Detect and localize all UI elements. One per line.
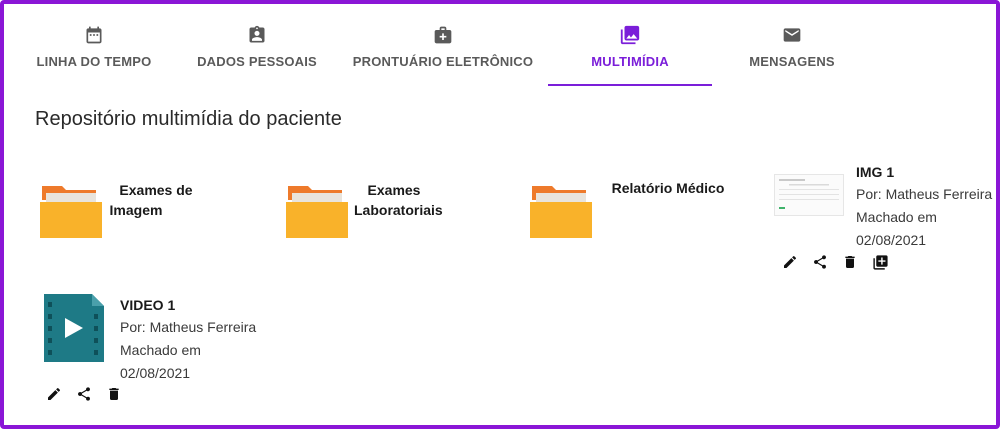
add-to-library-icon[interactable] bbox=[865, 252, 895, 272]
tab-prontuario-eletronico[interactable]: PRONTUÁRIO ELETRÔNICO bbox=[350, 8, 536, 86]
photo-library-icon bbox=[619, 24, 641, 46]
file-author: Por: Matheus Ferreira bbox=[120, 319, 257, 335]
mail-icon bbox=[781, 24, 803, 46]
video-thumbnail[interactable] bbox=[42, 292, 106, 364]
image-file-actions bbox=[775, 252, 895, 272]
file-title: VIDEO 1 bbox=[120, 297, 176, 313]
folder-exames-de-imagem[interactable]: Exames de Imagem bbox=[38, 180, 208, 244]
tab-bar: LINHA DO TEMPO DADOS PESSOAIS PRONTUÁRIO… bbox=[4, 4, 996, 86]
calendar-icon bbox=[83, 24, 105, 46]
folder-label: Laboratoriais bbox=[354, 202, 443, 218]
edit-icon[interactable] bbox=[39, 384, 69, 404]
edit-icon[interactable] bbox=[775, 252, 805, 272]
file-author-cont: Machado em bbox=[120, 342, 201, 358]
file-author: Por: Matheus Ferreira bbox=[856, 186, 993, 202]
folder-icon bbox=[286, 186, 348, 238]
file-date: 02/08/2021 bbox=[120, 365, 191, 381]
folder-label: Relatório Médico bbox=[611, 180, 725, 196]
tab-label: MULTIMÍDIA bbox=[591, 54, 669, 69]
folder-relatorio-medico[interactable]: Relatório Médico bbox=[528, 180, 728, 244]
tab-label: DADOS PESSOAIS bbox=[197, 54, 317, 69]
folder-icon bbox=[530, 186, 592, 238]
tab-label: LINHA DO TEMPO bbox=[36, 54, 152, 69]
tab-label: MENSAGENS bbox=[749, 54, 835, 69]
active-tab-indicator bbox=[548, 84, 712, 86]
tab-dados-pessoais[interactable]: DADOS PESSOAIS bbox=[194, 8, 320, 86]
file-date: 02/08/2021 bbox=[856, 232, 927, 248]
share-icon[interactable] bbox=[805, 252, 835, 272]
folder-icon bbox=[40, 186, 102, 238]
delete-icon[interactable] bbox=[99, 384, 129, 404]
image-thumbnail[interactable] bbox=[774, 174, 844, 216]
tab-mensagens[interactable]: MENSAGENS bbox=[744, 8, 840, 86]
file-author-cont: Machado em bbox=[856, 209, 937, 225]
tab-label: PRONTUÁRIO ELETRÔNICO bbox=[352, 54, 534, 69]
file-title: IMG 1 bbox=[856, 164, 895, 180]
assignment-ind-icon bbox=[246, 24, 268, 46]
video-file-info: VIDEO 1 Por: Matheus Ferreira Machado em… bbox=[120, 295, 270, 385]
tab-linha-do-tempo[interactable]: LINHA DO TEMPO bbox=[32, 8, 156, 86]
tab-multimidia[interactable]: MULTIMÍDIA bbox=[548, 8, 712, 86]
share-icon[interactable] bbox=[69, 384, 99, 404]
page-title: Repositório multimídia do paciente bbox=[35, 108, 342, 130]
delete-icon[interactable] bbox=[835, 252, 865, 272]
folder-exames-laboratoriais[interactable]: Exames Laboratoriais bbox=[284, 180, 454, 244]
video-file-icon bbox=[44, 294, 104, 362]
image-file-info: IMG 1 Por: Matheus Ferreira Machado em 0… bbox=[856, 162, 1000, 252]
app-frame: LINHA DO TEMPO DADOS PESSOAIS PRONTUÁRIO… bbox=[0, 0, 1000, 429]
video-file-actions bbox=[39, 384, 129, 404]
medical-bag-icon bbox=[432, 24, 454, 46]
folder-label: Imagem bbox=[109, 202, 163, 218]
